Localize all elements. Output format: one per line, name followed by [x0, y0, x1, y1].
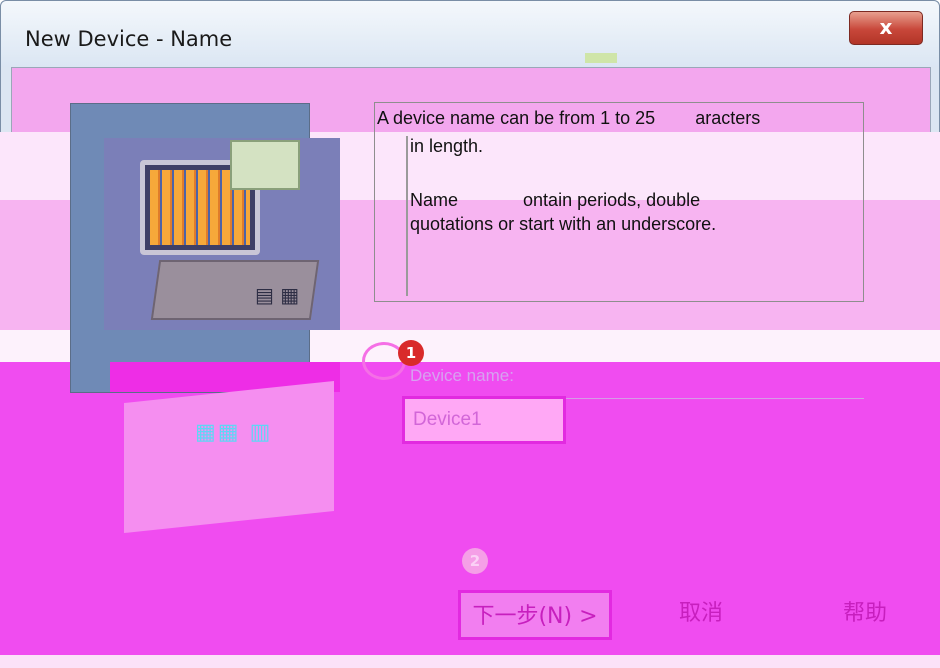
- tower-icon: ▤ ▦: [255, 283, 300, 307]
- close-button[interactable]: x: [849, 11, 923, 45]
- close-icon[interactable]: x: [880, 15, 893, 39]
- title-accent: [585, 53, 617, 63]
- cancel-button[interactable]: 取消: [646, 590, 756, 640]
- help-button[interactable]: 帮助: [810, 590, 920, 640]
- description-line-2: in length.: [410, 136, 484, 156]
- step-2-badge: 2: [462, 548, 488, 574]
- dialog-title: New Device - Name: [25, 27, 233, 51]
- panel-graphic: [230, 140, 300, 190]
- overlay-band: [0, 655, 940, 668]
- device-name-input[interactable]: Device1: [402, 396, 566, 444]
- lower-graphic-icon: ▦▦ ▥: [195, 420, 273, 445]
- device-name-label: Device name:: [410, 366, 514, 385]
- description-line-4: quotations or start with an underscore.: [410, 214, 717, 234]
- lower-graphic: [124, 380, 334, 534]
- step-1-badge: 1: [398, 340, 424, 366]
- description-divider: [406, 136, 408, 296]
- next-button[interactable]: 下一步(N) >: [458, 590, 612, 640]
- description-line-3: Name ontain periods, double: [410, 190, 701, 210]
- title-bar: New Device - Name x: [1, 1, 939, 67]
- description-line-1: A device name can be from 1 to 25 aracte…: [377, 108, 761, 128]
